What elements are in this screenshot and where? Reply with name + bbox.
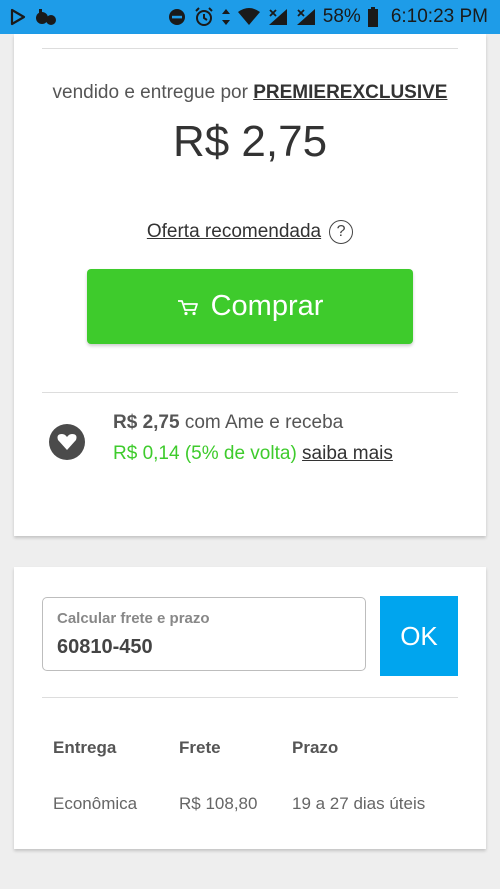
product-buy-card: vendido e entregue por PREMIEREXCLUSIVE … [14,34,486,536]
ame-heart-icon [49,424,85,460]
top-divider [42,48,458,49]
cep-field[interactable]: Calcular frete e prazo [42,597,366,671]
buy-button[interactable]: Comprar [87,269,413,344]
cashback-value: R$ 0,14 (5% de volta) [113,443,297,464]
delivery-deadline: 19 a 27 dias úteis [292,794,426,813]
data-transfer-icon [221,7,231,27]
buy-button-label: Comprar [210,290,324,322]
signal-icon-2 [295,7,317,27]
shipping-card: Calcular frete e prazo OK Entrega Frete … [14,567,486,849]
learn-more-link[interactable]: saiba mais [302,443,393,464]
recommended-offer-link[interactable]: Oferta recomendada [147,221,321,243]
wifi-icon [237,7,261,27]
status-bar: 58% 6:10:23 PM [0,0,500,34]
help-icon[interactable]: ? [329,220,354,244]
clock: 6:10:23 PM [390,6,488,27]
ok-button[interactable]: OK [380,596,458,676]
freight-price: R$ 108,80 [179,794,258,813]
status-bar-right: 58% 6:10:23 PM [167,6,488,28]
column-header-delivery: Entrega [53,738,117,757]
battery-icon [367,6,379,28]
shipping-divider [42,697,458,698]
cep-input[interactable] [57,636,347,659]
battery-percent: 58% [322,6,361,27]
cep-field-label: Calcular frete e prazo [57,610,210,627]
delivery-type: Econômica [53,794,138,813]
signal-icon [267,7,289,27]
column-header-freight: Frete [179,738,221,757]
cashback-line-1: R$ 2,75 com Ame e receba [113,412,343,434]
product-price: R$ 2,75 [172,117,328,166]
cashback-divider [42,392,458,393]
data-saver-icon [34,7,58,27]
cashback-text: com Ame e receba [184,412,344,433]
do-not-disturb-icon [167,7,187,27]
alarm-icon [193,6,215,28]
status-bar-left [8,7,58,27]
play-store-icon [8,7,28,27]
seller-name-link[interactable]: PREMIEREXCLUSIVE [253,82,447,103]
column-header-deadline: Prazo [292,738,339,757]
recommended-offer: Oferta recomendada ? [14,220,486,244]
seller-info: vendido e entregue por PREMIEREXCLUSIVE [14,82,486,104]
seller-prefix: vendido e entregue por [52,82,248,103]
cashback-price: R$ 2,75 [113,412,180,433]
cart-icon [177,298,199,316]
cashback-line-2: R$ 0,14 (5% de volta) saiba mais [113,443,393,465]
